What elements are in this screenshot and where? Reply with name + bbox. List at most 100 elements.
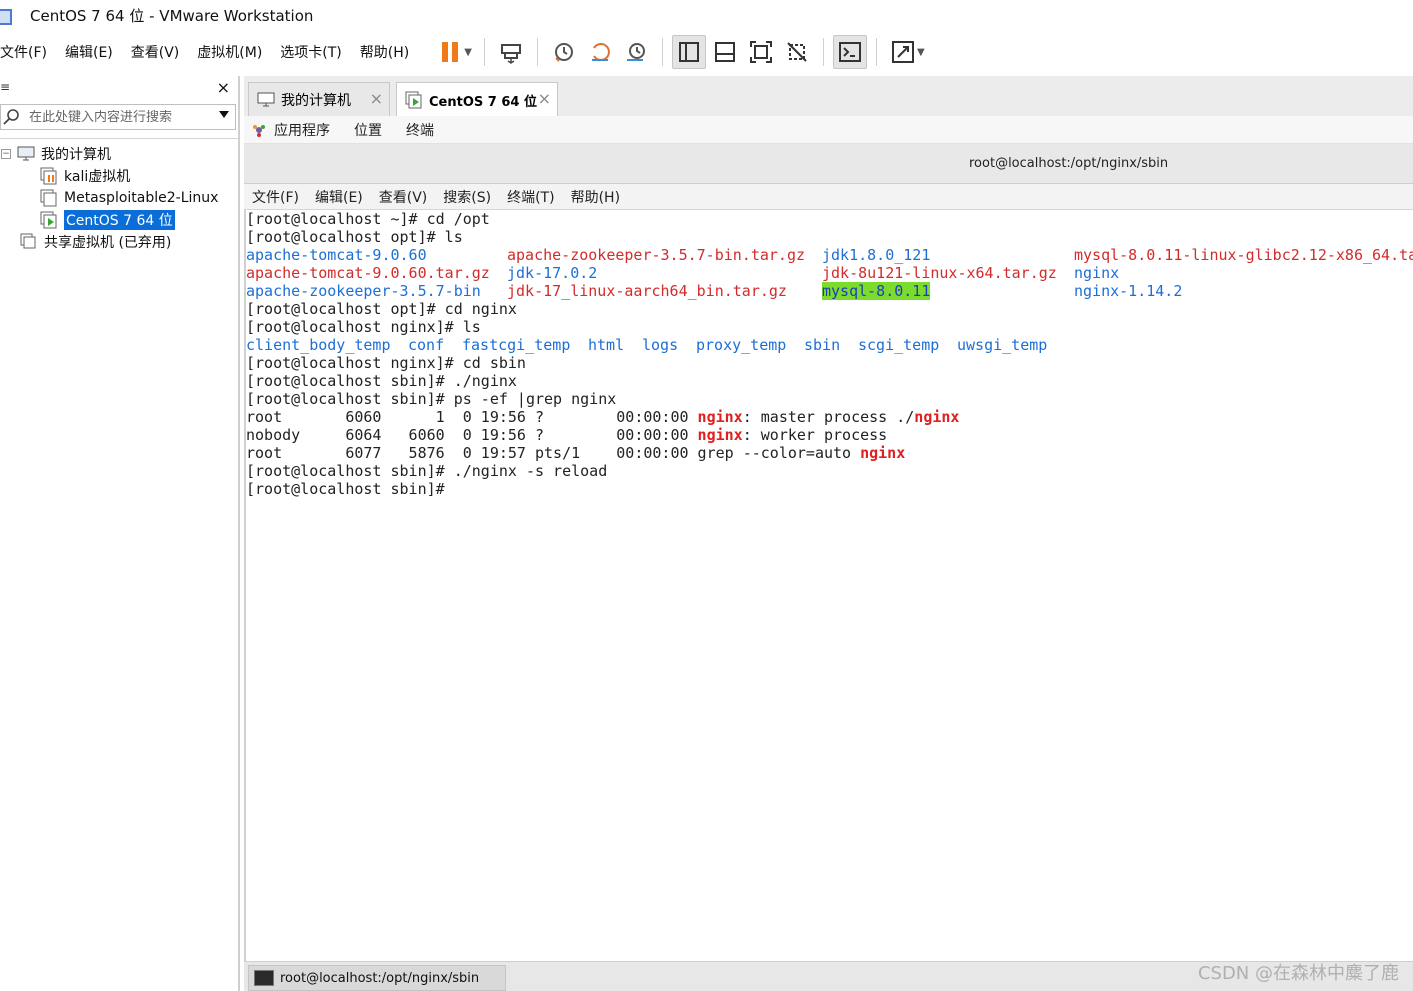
menubar: 文件(F) 编辑(E) 查看(V) 虚拟机(M) 选项卡(T) 帮助(H) ▼	[0, 30, 1413, 74]
menu-help[interactable]: 帮助(H)	[351, 42, 418, 62]
tree-item-kali[interactable]: kali虚拟机	[0, 165, 238, 187]
library-search-input[interactable]	[29, 109, 214, 125]
gnome-menu-places[interactable]: 位置	[354, 120, 382, 140]
ls-entry: apache-tomcat-9.0.60	[246, 246, 427, 264]
gnome-menu-terminal[interactable]: 终端	[406, 120, 434, 140]
terminal-line: [root@localhost ~]# cd /opt	[246, 210, 490, 228]
vm-paused-icon	[40, 167, 58, 185]
stretch-icon[interactable]	[886, 35, 920, 69]
terminal-menu-terminal[interactable]: 终端(T)	[499, 187, 562, 207]
tab-close-icon[interactable]: ×	[370, 89, 383, 108]
tab-bar: 我的计算机 × CentOS 7 64 位 ×	[244, 76, 1413, 117]
snapshot-icon[interactable]	[547, 35, 581, 69]
menu-vm[interactable]: 虚拟机(M)	[188, 42, 271, 62]
ls-entry: jdk-8u121-linux-x64.tar.gz	[822, 264, 1057, 282]
terminal-menu-search[interactable]: 搜索(S)	[435, 187, 499, 207]
search-icon	[3, 109, 19, 125]
show-library-icon[interactable]	[671, 35, 706, 69]
library-menu-icon[interactable]: ≡	[0, 80, 10, 94]
fullscreen-icon[interactable]	[744, 35, 778, 69]
library-header: ≡ ×	[0, 76, 238, 102]
ls-entry: jdk1.8.0_121	[822, 246, 931, 264]
toolbar-separator	[483, 38, 485, 66]
guest-display[interactable]: 应用程序 位置 终端 root@localhost:/opt/nginx/sbi…	[244, 116, 1413, 962]
stretch-dropdown-icon[interactable]: ▼	[917, 47, 925, 58]
terminal-menubar: 文件(F) 编辑(E) 查看(V) 搜索(S) 终端(T) 帮助(H)	[244, 184, 1413, 210]
ls-output-row: client_body_temp conf fastcgi_temp html …	[246, 336, 1413, 354]
thumbnail-icon[interactable]	[708, 35, 742, 69]
search-dropdown-icon[interactable]	[219, 111, 229, 118]
taskbar-terminal-item[interactable]: root@localhost:/opt/nginx/sbin	[248, 965, 506, 991]
vm-running-icon	[40, 211, 58, 229]
tab-label-my-computer: 我的计算机	[281, 92, 351, 109]
terminal-line: [root@localhost nginx]# ls	[246, 318, 481, 336]
pause-icon[interactable]	[433, 35, 467, 69]
ls-output-row: apache-tomcat-9.0.60 apache-zookeeper-3.…	[246, 246, 1413, 264]
ls-entry: jdk-17.0.2	[507, 264, 598, 282]
tree-item-shared-vms[interactable]: 共享虚拟机 (已弃用)	[0, 231, 238, 253]
menu-tabs[interactable]: 选项卡(T)	[271, 42, 350, 62]
ps-match: nginx	[914, 408, 960, 426]
ps-text: nobody 6064 6060 0 19:56 ? 00:00:00	[246, 426, 698, 444]
collapse-icon[interactable]: −	[1, 149, 11, 159]
library-close-button[interactable]: ×	[217, 78, 230, 97]
ls-entry: sbin	[804, 336, 841, 354]
toolbar-separator	[822, 38, 824, 66]
ls-entry: scgi_temp	[858, 336, 940, 354]
ls-entry: apache-zookeeper-3.5.7-bin.tar.gz	[507, 246, 806, 264]
console-view-icon[interactable]	[832, 35, 867, 69]
terminal-menu-view[interactable]: 查看(V)	[371, 187, 436, 207]
tree-label-my-computer: 我的计算机	[41, 147, 111, 163]
computer-icon	[17, 146, 35, 162]
toolbar: ▼ ▼	[432, 30, 928, 74]
terminal-line: [root@localhost sbin]# ps -ef |grep ngin…	[246, 390, 617, 408]
ls-entry: jdk-17_linux-aarch64_bin.tar.gz	[507, 282, 787, 300]
terminal-titlebar: root@localhost:/opt/nginx/sbin	[244, 144, 1413, 184]
ps-text: : master process ./	[742, 408, 915, 426]
watermark: CSDN @在森林中麋了鹿	[1197, 963, 1399, 984]
gnome-menu-applications[interactable]: 应用程序	[274, 120, 330, 140]
terminal-menu-edit[interactable]: 编辑(E)	[307, 187, 371, 207]
vm-running-icon	[405, 91, 422, 109]
pause-dropdown-icon[interactable]: ▼	[464, 47, 472, 58]
unity-icon[interactable]	[780, 35, 814, 69]
terminal-line: [root@localhost sbin]# ./nginx	[246, 372, 517, 390]
tab-centos[interactable]: CentOS 7 64 位 ×	[396, 82, 558, 117]
ps-match: nginx	[860, 444, 906, 462]
terminal-icon	[254, 970, 274, 986]
terminal-line: [root@localhost nginx]# cd sbin	[246, 354, 526, 372]
terminal-menu-help[interactable]: 帮助(H)	[563, 187, 628, 207]
tree-item-metasploitable[interactable]: Metasploitable2-Linux	[0, 187, 238, 209]
menu-edit[interactable]: 编辑(E)	[56, 42, 122, 62]
toolbar-separator	[661, 38, 663, 66]
menu-file[interactable]: 文件(F)	[0, 42, 56, 62]
revert-snapshot-icon[interactable]	[583, 35, 617, 69]
computer-icon	[257, 92, 275, 106]
terminal-line: [root@localhost opt]# ls	[246, 228, 463, 246]
ls-entry: logs	[642, 336, 679, 354]
window-titlebar: CentOS 7 64 位 - VMware Workstation	[0, 0, 1413, 30]
tab-my-computer[interactable]: 我的计算机 ×	[248, 82, 390, 116]
ls-output-row: apache-tomcat-9.0.60.tar.gz jdk-17.0.2 j…	[246, 264, 1413, 282]
library-divider	[0, 138, 238, 139]
ps-text: : worker process	[742, 426, 888, 444]
tree-label-shared-vms: 共享虚拟机 (已弃用)	[44, 235, 172, 251]
ps-text: root 6077 5876 0 19:57 pts/1 00:00:00 gr…	[246, 444, 861, 462]
tree-item-centos[interactable]: CentOS 7 64 位	[0, 209, 238, 231]
window-title: CentOS 7 64 位 - VMware Workstation	[30, 6, 314, 25]
ls-output-row: apache-zookeeper-3.5.7-bin jdk-17_linux-…	[246, 282, 1413, 300]
tree-label-metasploitable: Metasploitable2-Linux	[64, 190, 219, 206]
terminal-line: [root@localhost sbin]# ./nginx -s reload	[246, 462, 608, 480]
taskbar-item-label: root@localhost:/opt/nginx/sbin	[280, 970, 480, 986]
menu-view[interactable]: 查看(V)	[122, 42, 189, 62]
terminal-line: [root@localhost opt]# cd nginx	[246, 300, 517, 318]
send-ctrl-alt-del-icon[interactable]	[494, 35, 528, 69]
terminal-menu-file[interactable]: 文件(F)	[244, 187, 307, 207]
tree-item-my-computer[interactable]: − 我的计算机	[0, 143, 238, 165]
guest-taskbar: root@localhost:/opt/nginx/sbin CSDN @在森林…	[244, 961, 1413, 991]
tab-close-icon[interactable]: ×	[538, 89, 551, 108]
ls-entry: client_body_temp	[246, 336, 391, 354]
snapshot-manager-icon[interactable]	[619, 35, 653, 69]
terminal-output[interactable]: [root@localhost ~]# cd /opt [root@localh…	[244, 210, 1413, 962]
shared-vm-icon	[20, 233, 38, 250]
